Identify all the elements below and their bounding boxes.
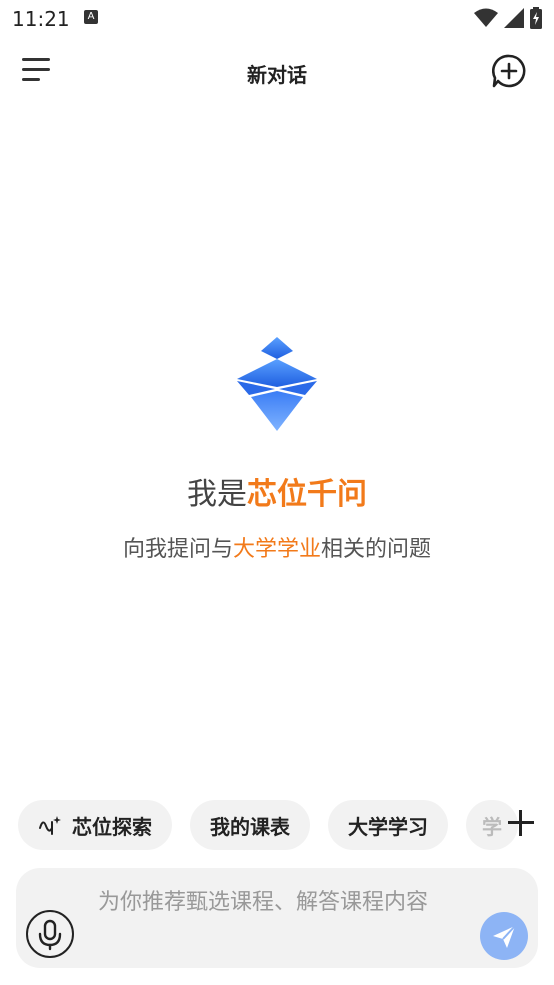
- send-button[interactable]: [480, 912, 528, 960]
- assistant-name: 芯位千问: [247, 477, 367, 512]
- sparkle-wave-icon: [38, 814, 62, 836]
- subtitle-highlight: 大学学业: [232, 537, 321, 562]
- app-logo: [237, 337, 317, 431]
- subtitle-suffix: 相关的问题: [321, 537, 432, 562]
- wifi-icon: [474, 8, 498, 27]
- battery-icon: [530, 7, 542, 29]
- intro-subtitle: 向我提问与大学学业相关的问题: [0, 531, 554, 563]
- status-time: 11:21: [12, 7, 70, 31]
- microphone-icon[interactable]: [26, 910, 74, 958]
- chip-my-schedule[interactable]: 我的课表: [190, 800, 310, 850]
- chip-label: 大学学习: [348, 814, 428, 839]
- message-input[interactable]: 为你推荐甄选课程、解答课程内容: [98, 886, 458, 920]
- signal-icon: [504, 8, 524, 28]
- intro-prefix: 我是: [187, 477, 247, 512]
- welcome-section: 我是芯位千问 向我提问与大学学业相关的问题: [0, 335, 554, 563]
- chip-university-study[interactable]: 大学学习: [328, 800, 448, 850]
- chip-label: 芯位探索: [72, 814, 152, 839]
- notification-icon: A: [84, 10, 98, 24]
- send-icon: [493, 925, 516, 948]
- chip-label: 学: [482, 814, 502, 839]
- app-bar: 新对话: [0, 44, 554, 100]
- plus-icon[interactable]: [506, 808, 536, 838]
- message-input-box[interactable]: 为你推荐甄选课程、解答课程内容: [16, 868, 538, 968]
- status-bar: 11:21 A: [0, 0, 554, 38]
- intro-heading: 我是芯位千问: [0, 469, 554, 513]
- new-chat-icon[interactable]: [492, 54, 526, 88]
- page-title: 新对话: [247, 63, 307, 87]
- subtitle-prefix: 向我提问与: [122, 537, 233, 562]
- quick-action-chips: 芯位探索 我的课表 大学学习 学: [18, 800, 518, 850]
- chip-label: 我的课表: [210, 814, 290, 839]
- status-icons: [474, 6, 542, 30]
- chip-xinwei-explore[interactable]: 芯位探索: [18, 800, 172, 850]
